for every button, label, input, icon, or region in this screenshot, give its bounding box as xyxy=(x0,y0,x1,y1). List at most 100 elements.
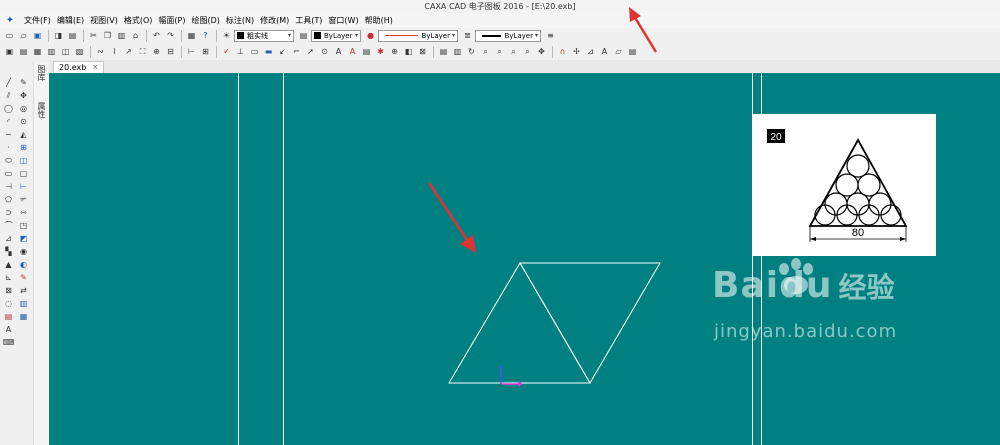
hatch-icon[interactable]: ⛶ xyxy=(136,45,149,58)
menu-dimension[interactable]: 标注(N) xyxy=(223,13,257,28)
datum-icon[interactable]: ⊥ xyxy=(234,45,247,58)
rotate-icon[interactable]: ⊙ xyxy=(17,116,30,128)
region-icon[interactable]: ◌ xyxy=(2,298,15,310)
menu-tools[interactable]: 工具(T) xyxy=(292,13,325,28)
copy-icon[interactable]: ❐ xyxy=(101,29,114,42)
view-arrow-icon[interactable]: ➚ xyxy=(304,45,317,58)
parallel-line-icon[interactable]: ⫽ xyxy=(2,90,15,102)
paste-icon[interactable]: ▥ xyxy=(115,29,128,42)
undo-icon[interactable]: ↶ xyxy=(150,29,163,42)
new-file-icon[interactable]: ▭ xyxy=(3,29,16,42)
command-icon[interactable]: ⌨ xyxy=(2,337,15,349)
scale-icon[interactable]: ◫ xyxy=(17,155,30,167)
sheet-frame-icon[interactable]: ▣ xyxy=(3,45,16,58)
move-icon[interactable]: ✥ xyxy=(17,90,30,102)
block-icon[interactable]: ◧ xyxy=(402,45,415,58)
layer-status-icons[interactable]: ☀ xyxy=(220,29,233,42)
arrow-icon[interactable]: ↗ xyxy=(122,45,135,58)
text-edit-icon[interactable]: A xyxy=(346,45,359,58)
table-icon[interactable]: ▤ xyxy=(360,45,373,58)
leader-icon[interactable]: ↙ xyxy=(276,45,289,58)
polyline-icon[interactable]: ⌒ xyxy=(2,220,15,232)
chamfer-icon[interactable]: ◩ xyxy=(17,233,30,245)
hatch-draw-icon[interactable]: ▚ xyxy=(2,246,15,258)
save-icon[interactable]: ▣ xyxy=(31,29,44,42)
layer-manager-icon[interactable]: ▤ xyxy=(297,29,310,42)
coordinate-dimension-icon[interactable]: ⊞ xyxy=(199,45,212,58)
section-icon[interactable]: ⌐ xyxy=(290,45,303,58)
zoom-in-icon[interactable]: ⌕ xyxy=(493,45,506,58)
document-tab[interactable]: 20.exb × xyxy=(53,61,105,73)
title-block-icon[interactable]: ▤ xyxy=(17,45,30,58)
help-icon[interactable]: ? xyxy=(199,29,212,42)
circle-icon[interactable]: ◯ xyxy=(2,103,15,115)
layer-icon[interactable]: ▤ xyxy=(437,45,450,58)
axis-icon[interactable]: ⊾ xyxy=(2,272,15,284)
insert-icon[interactable]: ⊕ xyxy=(388,45,401,58)
menu-modify[interactable]: 修改(M) xyxy=(257,13,292,28)
parts-list-icon[interactable]: ▦ xyxy=(31,45,44,58)
join-icon[interactable]: ⇄ xyxy=(17,285,30,297)
centerline-icon[interactable]: ⊕ xyxy=(150,45,163,58)
pen-icon[interactable]: ✎ xyxy=(17,77,30,89)
layer-states-icon[interactable]: ▥ xyxy=(451,45,464,58)
sheet-icon[interactable]: ▧ xyxy=(73,45,86,58)
measure-icon[interactable]: ⊿ xyxy=(584,45,597,58)
menu-sheet[interactable]: 幅面(P) xyxy=(155,13,188,28)
block-edit-icon[interactable]: ▥ xyxy=(17,298,30,310)
linetype-combo[interactable]: 粗实线 ▾ xyxy=(234,29,294,42)
zoom-extents-icon[interactable]: ⌕ xyxy=(521,45,534,58)
symbol-library-icon[interactable]: ✱ xyxy=(374,45,387,58)
extend-icon[interactable]: ⊢ xyxy=(17,181,30,193)
chamfer-draw-icon[interactable]: ⊿ xyxy=(2,233,15,245)
text-style-icon[interactable]: A xyxy=(332,45,345,58)
print-icon[interactable]: ▤ xyxy=(66,29,79,42)
brush-icon[interactable]: ✎ xyxy=(17,272,30,284)
color-combo[interactable]: ByLayer ▾ xyxy=(311,29,361,42)
ole-icon[interactable]: ▦ xyxy=(17,311,30,323)
menu-view[interactable]: 视图(V) xyxy=(87,13,121,28)
pan-icon[interactable]: ✥ xyxy=(535,45,548,58)
cut-icon[interactable]: ✂ xyxy=(87,29,100,42)
weld-symbol-icon[interactable]: ▬ xyxy=(262,45,275,58)
redo-icon[interactable]: ↷ xyxy=(164,29,177,42)
line-icon[interactable]: ╱ xyxy=(2,77,15,89)
roughness-icon[interactable]: ✓ xyxy=(220,45,233,58)
polygon-icon[interactable]: ⬠ xyxy=(2,194,15,206)
rectangle-icon[interactable]: ▭ xyxy=(2,168,15,180)
spline-icon[interactable]: ∽ xyxy=(2,129,15,141)
balloon-icon[interactable]: ▥ xyxy=(45,45,58,58)
properties-icon[interactable]: ▦ xyxy=(185,29,198,42)
zoom-out-icon[interactable]: ⌕ xyxy=(507,45,520,58)
regen-icon[interactable]: ↻ xyxy=(465,45,478,58)
wave-line-icon[interactable]: ∾ xyxy=(94,45,107,58)
edit-icon[interactable]: ◐ xyxy=(17,259,30,271)
tolerance-icon[interactable]: ▭ xyxy=(248,45,261,58)
snap-icon[interactable]: ✢ xyxy=(570,45,583,58)
format-brush-icon[interactable]: ⌂ xyxy=(129,29,142,42)
centerline-draw-icon[interactable]: ⊣ xyxy=(2,181,15,193)
print-preview-icon[interactable]: ◨ xyxy=(52,29,65,42)
menu-file[interactable]: 文件(F) xyxy=(21,13,54,28)
app-logo-icon[interactable]: ✦ xyxy=(3,14,17,27)
array-icon[interactable]: ⊞ xyxy=(17,142,30,154)
fill-icon[interactable]: ▲ xyxy=(2,259,15,271)
symmetry-icon[interactable]: ⊟ xyxy=(164,45,177,58)
properties-panel-tab[interactable]: 属性 xyxy=(36,102,47,118)
text-icon[interactable]: A xyxy=(2,324,15,336)
lineweight-combo[interactable]: ByLayer ▾ xyxy=(475,29,541,42)
open-file-icon[interactable]: ▱ xyxy=(17,29,30,42)
linestyle-combo[interactable]: ByLayer ▾ xyxy=(378,29,458,42)
menu-window[interactable]: 窗口(W) xyxy=(325,13,361,28)
stretch-icon[interactable]: ⇿ xyxy=(17,207,30,219)
library-panel-tab[interactable]: 图库 xyxy=(36,65,47,81)
hole-icon[interactable]: ⊙ xyxy=(318,45,331,58)
insert-image-icon[interactable]: ▤ xyxy=(2,311,15,323)
grid-icon[interactable]: ⊠ xyxy=(2,285,15,297)
close-icon[interactable]: × xyxy=(92,62,98,73)
explode-tool-icon[interactable]: ◉ xyxy=(17,246,30,258)
frame-settings-icon[interactable]: ◫ xyxy=(59,45,72,58)
menu-format[interactable]: 格式(O) xyxy=(121,13,156,28)
arc-icon[interactable]: ◜ xyxy=(2,116,15,128)
break-icon[interactable]: ✃ xyxy=(17,194,30,206)
